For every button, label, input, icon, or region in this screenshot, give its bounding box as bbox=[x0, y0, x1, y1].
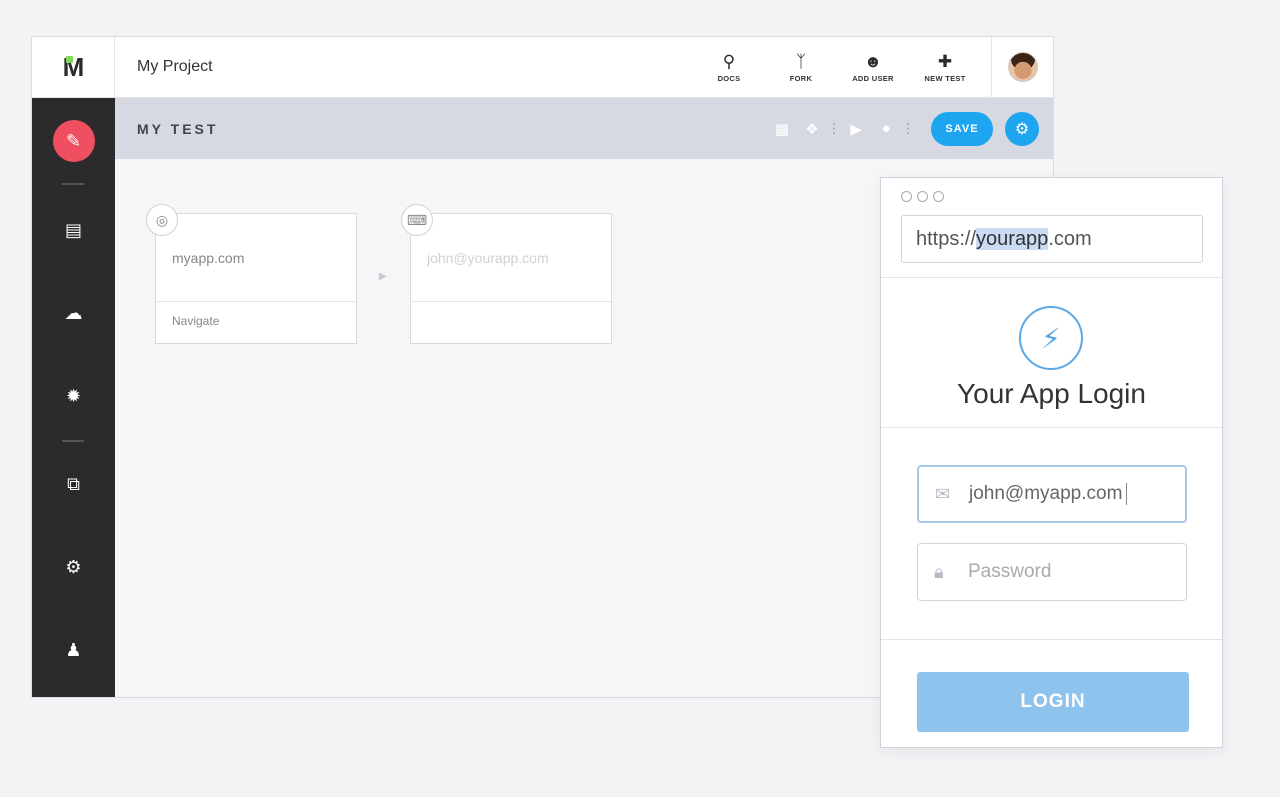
window-dot[interactable] bbox=[933, 191, 944, 202]
keyboard-icon: ⌨ bbox=[401, 204, 433, 236]
more-icon[interactable]: ⋮ bbox=[827, 120, 841, 137]
email-field[interactable]: ✉ john@myapp.com bbox=[917, 465, 1187, 523]
sidebar-item-copy[interactable]: ⧉ bbox=[32, 464, 115, 504]
lightbulb-icon: ⚲ bbox=[722, 51, 736, 71]
sidebar-item-tests[interactable]: ▤ bbox=[32, 210, 115, 250]
add-user-icon: ☻ bbox=[864, 51, 882, 71]
sidebar-item-bugs[interactable]: ✹ bbox=[32, 376, 115, 416]
list-icon: ▤ bbox=[64, 219, 82, 240]
docs-button[interactable]: ⚲ DOCS bbox=[693, 37, 765, 98]
sidebar-item-edit[interactable]: ✎ bbox=[32, 120, 115, 162]
test-toolbar: MY TEST ▩ ❖ ⋮ ▶ ● ⋮ SAVE ⚙ bbox=[115, 98, 1053, 159]
login-header: ⚡︎ Your App Login bbox=[881, 278, 1222, 428]
add-user-label: ADD USER bbox=[852, 73, 894, 83]
step-action: Navigate bbox=[172, 314, 220, 328]
sidebar-divider bbox=[62, 440, 84, 442]
add-screenshot-icon[interactable]: ▩ bbox=[767, 120, 797, 138]
window-dot[interactable] bbox=[917, 191, 928, 202]
plus-icon: ✚ bbox=[937, 51, 953, 71]
url-prefix: https:// bbox=[916, 228, 977, 250]
step-action bbox=[411, 302, 611, 344]
app-logo: M bbox=[62, 51, 85, 82]
email-value: john@myapp.com bbox=[969, 483, 1123, 504]
url-suffix: .com bbox=[1048, 228, 1092, 250]
pencil-icon: ✎ bbox=[52, 120, 95, 162]
top-bar: My Project ⚲ DOCS ᛉ FORK ☻ ADD USER ✚ NE… bbox=[115, 37, 1053, 98]
step-url: myapp.com bbox=[156, 214, 356, 302]
url-highlight: yourapp bbox=[976, 228, 1049, 250]
login-title: Your App Login bbox=[957, 378, 1146, 409]
text-caret bbox=[1126, 483, 1128, 505]
more-icon[interactable]: ⋮ bbox=[901, 120, 915, 137]
fork-icon: ᛉ bbox=[795, 51, 807, 71]
play-icon[interactable]: ▶ bbox=[841, 120, 871, 138]
record-icon[interactable]: ● bbox=[871, 120, 901, 137]
cloud-icon: ☁ bbox=[64, 302, 83, 323]
avatar bbox=[1007, 52, 1038, 82]
fork-button[interactable]: ᛉ FORK bbox=[765, 37, 837, 98]
sidebar-divider bbox=[62, 183, 84, 185]
arrow-right-icon: ▶ bbox=[379, 271, 387, 282]
password-placeholder: Password bbox=[968, 561, 1052, 582]
password-field[interactable]: 🔒︎ Password bbox=[917, 543, 1187, 601]
lock-icon: 🔒︎ bbox=[934, 561, 944, 582]
copy-icon: ⧉ bbox=[67, 473, 80, 494]
browser-preview: https://yourapp.com ⚡︎ Your App Login ✉ … bbox=[880, 177, 1223, 748]
sidebar-item-cloud[interactable]: ☁ bbox=[32, 293, 115, 333]
gear-icon: ⚙ bbox=[1014, 120, 1030, 138]
add-user-button[interactable]: ☻ ADD USER bbox=[837, 37, 909, 98]
new-test-button[interactable]: ✚ NEW TEST bbox=[909, 37, 981, 98]
test-settings-button[interactable]: ⚙ bbox=[1005, 111, 1039, 146]
team-icon: ♟ bbox=[65, 639, 82, 660]
sidebar: ✎ ▤ ☁ ✹ ⧉ ⚙ ♟ bbox=[32, 98, 115, 697]
gear-icon: ⚙ bbox=[65, 556, 82, 577]
step-card-navigate[interactable]: ◎ myapp.com Navigate bbox=[146, 204, 357, 344]
browser-header: https://yourapp.com bbox=[881, 178, 1222, 278]
user-menu[interactable] bbox=[991, 37, 1053, 98]
test-title: MY TEST bbox=[137, 120, 219, 137]
lightning-icon: ⚡︎ bbox=[1019, 306, 1083, 370]
envelope-icon: ✉ bbox=[935, 483, 951, 504]
window-dot[interactable] bbox=[901, 191, 912, 202]
login-button[interactable]: LOGIN bbox=[917, 672, 1189, 732]
logo-box[interactable]: M bbox=[32, 37, 115, 98]
sidebar-item-settings[interactable]: ⚙ bbox=[32, 547, 115, 587]
step-url: john@yourapp.com bbox=[411, 214, 611, 302]
tag-icon[interactable]: ❖ bbox=[797, 120, 827, 138]
login-form: ✉ john@myapp.com 🔒︎ Password bbox=[881, 428, 1222, 640]
project-title: My Project bbox=[137, 58, 213, 75]
bug-icon: ✹ bbox=[65, 385, 82, 406]
target-icon: ◎ bbox=[146, 204, 178, 236]
sidebar-item-team[interactable]: ♟ bbox=[32, 630, 115, 670]
window-controls bbox=[901, 191, 944, 202]
fork-label: FORK bbox=[789, 73, 813, 83]
step-card-input[interactable]: ⌨ john@yourapp.com bbox=[401, 204, 612, 344]
new-test-label: NEW TEST bbox=[924, 73, 966, 83]
docs-label: DOCS bbox=[717, 73, 741, 83]
url-bar[interactable]: https://yourapp.com bbox=[901, 215, 1203, 263]
save-button[interactable]: SAVE bbox=[931, 111, 993, 146]
